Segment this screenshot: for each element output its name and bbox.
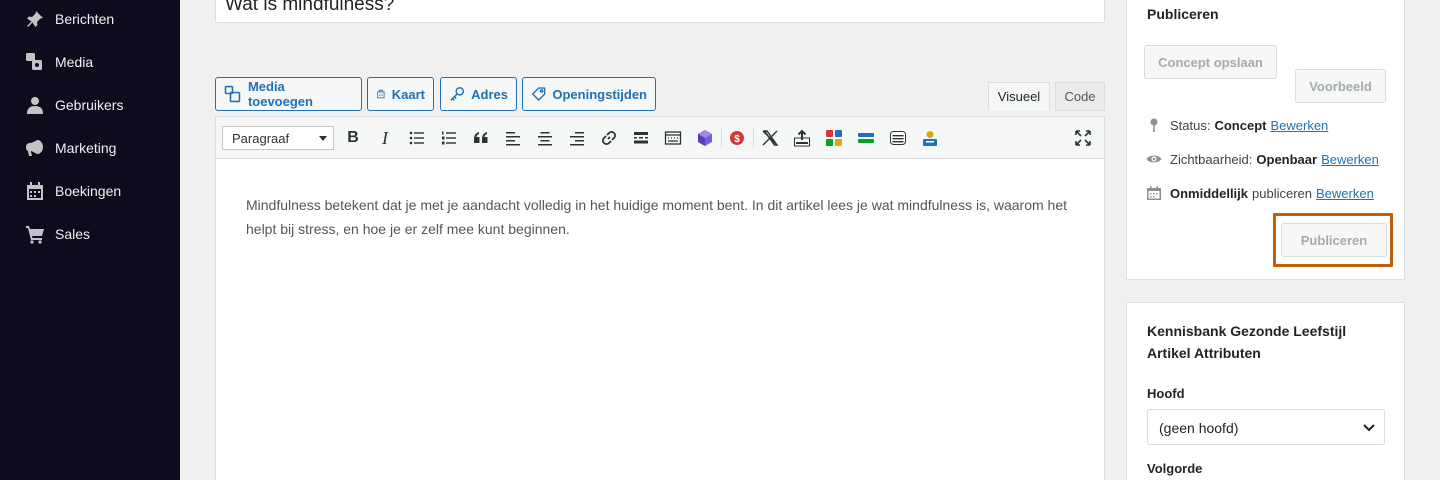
- chevron-down-icon: [1363, 424, 1375, 432]
- cube-plugin-icon[interactable]: [694, 127, 716, 149]
- map-icon: [377, 89, 385, 99]
- map-pin-icon: [1150, 118, 1158, 132]
- parent-select-value: (geen hoofd): [1159, 420, 1239, 436]
- pin-icon: [24, 9, 46, 29]
- svg-text:$: $: [734, 134, 740, 145]
- toolbar-separator: [721, 129, 722, 147]
- schedule-value: Onmiddellijk: [1170, 185, 1249, 201]
- edit-visibility-link[interactable]: Bewerken: [1321, 152, 1379, 167]
- add-media-label: Media toevoegen: [247, 79, 313, 109]
- edit-schedule-link[interactable]: Bewerken: [1316, 186, 1374, 201]
- italic-button[interactable]: I: [374, 127, 396, 149]
- map-button[interactable]: Kaart: [367, 77, 434, 111]
- toolbar-separator: [753, 129, 754, 147]
- sidebar-item-label: Gebruikers: [55, 97, 124, 113]
- attributes-panel-title: Kennisbank Gezonde Leefstijl Artikel Att…: [1147, 323, 1347, 361]
- publish-panel-title: Publiceren: [1147, 6, 1219, 22]
- address-button[interactable]: Adres: [440, 77, 517, 111]
- fullscreen-icon[interactable]: [1072, 127, 1094, 149]
- admin-sidebar: Berichten Media Gebruikers Marketing Boe…: [0, 0, 180, 480]
- add-media-button[interactable]: Media toevoegen: [215, 77, 362, 111]
- sidebar-item-label: Boekingen: [55, 183, 122, 199]
- align-center-icon[interactable]: [534, 127, 556, 149]
- schedule-row: Onmiddellijk publiceren Bewerken: [1146, 185, 1374, 201]
- opening-hours-button[interactable]: Openingstijden: [522, 77, 656, 111]
- quote-icon[interactable]: [470, 127, 492, 149]
- sidebar-item-label: Sales: [55, 226, 91, 242]
- numbered-list-icon[interactable]: [438, 127, 460, 149]
- format-select-value: Paragraaf: [232, 131, 290, 146]
- visibility-value: Openbaar: [1256, 151, 1318, 167]
- sidebar-item-label: Media: [55, 54, 94, 70]
- schedule-label: publiceren: [1252, 185, 1313, 201]
- bullet-list-icon[interactable]: [406, 127, 428, 149]
- bold-button[interactable]: B: [342, 127, 364, 149]
- link-icon[interactable]: [598, 127, 620, 149]
- x-twitter-icon[interactable]: [759, 127, 781, 149]
- tab-code[interactable]: Code: [1055, 82, 1105, 111]
- author-box-icon[interactable]: [919, 127, 941, 149]
- map-label: Kaart: [391, 86, 425, 102]
- sidebar-item-boekingen[interactable]: Boekingen: [0, 173, 180, 209]
- address-label: Adres: [471, 86, 508, 102]
- publish-button-highlight: [1273, 213, 1393, 267]
- sidebar-item-label: Berichten: [55, 11, 115, 27]
- preview-button[interactable]: Voorbeeld: [1295, 69, 1386, 103]
- sidebar-item-gebruikers[interactable]: Gebruikers: [0, 87, 180, 123]
- sidebar-item-berichten[interactable]: Berichten: [0, 1, 180, 37]
- align-left-icon[interactable]: [502, 127, 524, 149]
- chevron-down-icon: [319, 136, 327, 141]
- sidebar-item-marketing[interactable]: Marketing: [0, 130, 180, 166]
- status-label: Status:: [1170, 117, 1211, 133]
- sidebar-item-label: Marketing: [55, 140, 117, 156]
- media-icon: [24, 52, 46, 72]
- status-value: Concept: [1214, 117, 1267, 133]
- content-editor: Paragraaf B I $ Mindfulness betekent dat…: [215, 116, 1105, 480]
- tab-visual[interactable]: Visueel: [988, 82, 1050, 111]
- calendar-icon: [24, 181, 46, 201]
- upload-icon[interactable]: [791, 127, 813, 149]
- table-icon[interactable]: [887, 127, 909, 149]
- media-icon: [224, 85, 241, 103]
- order-label: Volgorde: [1147, 461, 1203, 476]
- calendar-icon: [1147, 186, 1161, 200]
- align-right-icon[interactable]: [566, 127, 588, 149]
- megaphone-icon: [24, 138, 46, 158]
- parent-select[interactable]: (geen hoofd): [1147, 409, 1385, 445]
- edit-status-link[interactable]: Bewerken: [1270, 118, 1328, 133]
- opening-hours-label: Openingstijden: [552, 86, 647, 102]
- cart-icon: [24, 224, 46, 244]
- eye-icon: [1146, 155, 1162, 163]
- parent-label: Hoofd: [1147, 386, 1185, 401]
- format-select[interactable]: Paragraaf: [222, 126, 334, 150]
- user-icon: [24, 95, 46, 115]
- toolbar-toggle-icon[interactable]: [662, 127, 684, 149]
- article-attributes-panel: Kennisbank Gezonde Leefstijl Artikel Att…: [1126, 302, 1405, 480]
- seo-plugin-icon[interactable]: $: [726, 127, 748, 149]
- button-block-icon[interactable]: [855, 127, 877, 149]
- visibility-row: Zichtbaarheid: Openbaar Bewerken: [1146, 151, 1379, 167]
- save-draft-button[interactable]: Concept opslaan: [1144, 45, 1277, 79]
- status-row: Status: Concept Bewerken: [1146, 117, 1328, 133]
- sidebar-item-media[interactable]: Media: [0, 44, 180, 80]
- editor-toolbar: Paragraaf B I $: [216, 117, 1104, 159]
- editor-body-text[interactable]: Mindfulness betekent dat je met je aanda…: [246, 193, 1076, 241]
- grid-blocks-icon[interactable]: [823, 127, 845, 149]
- tag-icon: [531, 87, 546, 101]
- read-more-icon[interactable]: [630, 127, 652, 149]
- sidebar-item-sales[interactable]: Sales: [0, 216, 180, 252]
- post-title-input[interactable]: Wat is mindfulness?: [215, 0, 1105, 23]
- key-icon: [450, 87, 465, 101]
- visibility-label: Zichtbaarheid:: [1170, 151, 1253, 167]
